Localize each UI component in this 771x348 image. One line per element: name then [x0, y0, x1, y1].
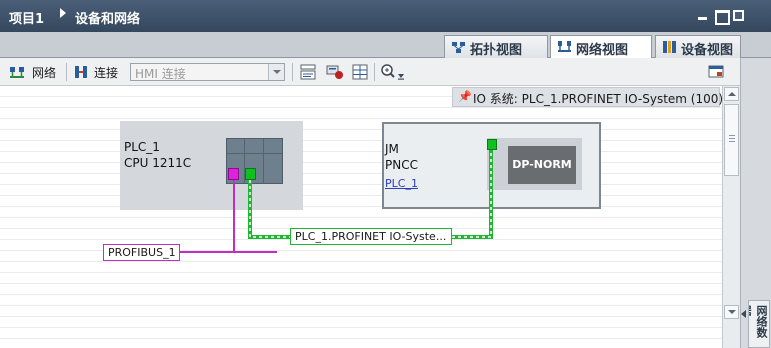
profinet-subnet-line[interactable] — [248, 150, 493, 239]
vertical-scrollbar[interactable] — [722, 86, 740, 348]
profibus-subnet-label[interactable]: PROFIBUS_1 — [103, 244, 180, 261]
network-data-side-tab[interactable]: 网络数据 — [748, 300, 770, 348]
scroll-up-icon[interactable] — [724, 87, 739, 101]
expand-left-icon[interactable] — [741, 310, 746, 318]
profibus-subnet-line[interactable] — [180, 180, 277, 253]
scroll-down-icon[interactable] — [724, 305, 739, 319]
network-wires — [180, 150, 493, 253]
profinet-subnet-label[interactable]: PLC_1.PROFINET IO-Syste... — [290, 228, 452, 245]
scroll-thumb[interactable] — [724, 104, 739, 176]
